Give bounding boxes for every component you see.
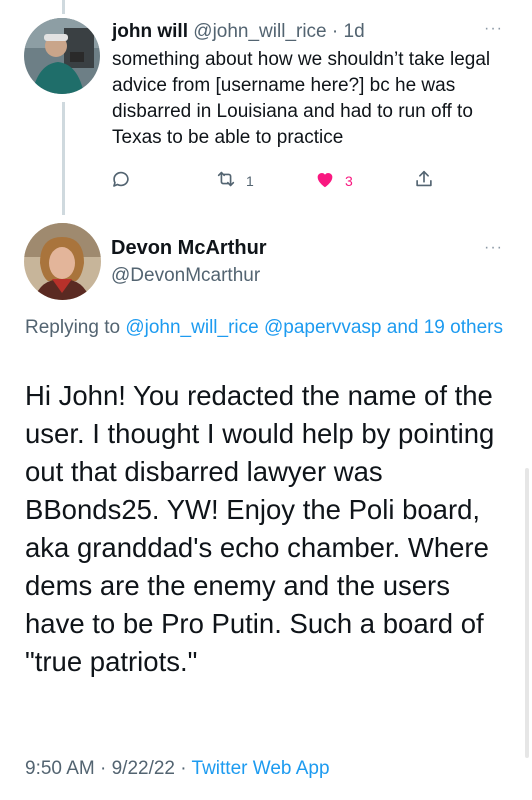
reply-timestamp[interactable]: 1d bbox=[344, 21, 365, 42]
main-author-name[interactable]: Devon McArthur bbox=[111, 237, 267, 260]
replying-prefix: Replying to bbox=[25, 317, 126, 338]
reply-text: something about how we shouldn’t take le… bbox=[112, 49, 491, 148]
retweet-icon bbox=[214, 168, 238, 193]
main-author-handle[interactable]: @DevonMcarthur bbox=[111, 265, 260, 287]
tweet-timestamp[interactable]: 9:50 AM · 9/22/22 · bbox=[25, 758, 192, 779]
like-count: 3 bbox=[345, 172, 353, 189]
retweet-button[interactable]: 1 bbox=[214, 168, 254, 193]
retweet-count: 1 bbox=[246, 172, 254, 189]
tweet-source-link[interactable]: Twitter Web App bbox=[192, 758, 330, 779]
reply-header: john will @john_will_rice · 1d bbox=[112, 21, 365, 42]
thread-line-connector bbox=[62, 102, 65, 215]
main-avatar[interactable] bbox=[24, 223, 101, 300]
heart-icon bbox=[313, 168, 337, 193]
reply-icon bbox=[110, 168, 132, 193]
replying-users-link[interactable]: @john_will_rice @papervvasp bbox=[125, 317, 381, 338]
tweet-metadata: 9:50 AM · 9/22/22 · Twitter Web App bbox=[25, 758, 330, 780]
main-more-icon[interactable]: ··· bbox=[484, 240, 503, 256]
share-button[interactable] bbox=[413, 168, 435, 193]
reply-button[interactable] bbox=[110, 168, 132, 193]
share-icon bbox=[413, 168, 435, 193]
reply-more-icon[interactable]: ··· bbox=[484, 21, 503, 37]
like-button[interactable]: 3 bbox=[313, 168, 353, 193]
replying-others-link[interactable]: and 19 others bbox=[381, 317, 503, 338]
replying-to: Replying to @john_will_rice @papervvasp … bbox=[25, 313, 505, 342]
main-tweet-text: Hi John! You redacted the name of the us… bbox=[25, 380, 495, 677]
reply-author-name[interactable]: john will bbox=[112, 21, 188, 42]
reply-action-bar: 1 3 bbox=[0, 168, 532, 192]
reply-avatar[interactable] bbox=[24, 18, 100, 94]
scrollbar[interactable] bbox=[525, 468, 529, 758]
reply-author-handle[interactable]: @john_will_rice bbox=[193, 21, 326, 42]
thread-line-top bbox=[62, 0, 65, 14]
